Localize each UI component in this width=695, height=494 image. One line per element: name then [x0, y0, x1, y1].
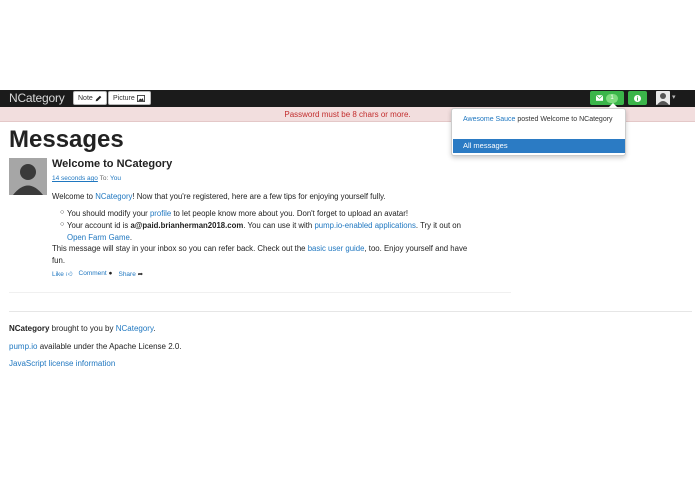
tip1-prefix: You should modify your	[67, 209, 150, 218]
user-avatar[interactable]	[656, 91, 670, 105]
tip2-prefix: Your account id is	[67, 221, 131, 230]
tip2-mid: . You can use it with	[243, 221, 315, 230]
info-icon	[634, 94, 641, 102]
outro-prefix: This message will stay in your inbox so …	[52, 244, 308, 253]
js-license-label: JavaScript license information	[9, 359, 116, 368]
open-farm-game-link[interactable]: Open Farm Game	[67, 233, 130, 242]
tip-profile: You should modify your profile to let pe…	[67, 209, 408, 218]
activity-title[interactable]: Welcome to NCategory	[52, 158, 172, 170]
pencil-icon	[95, 95, 102, 101]
footer-ncategory-link[interactable]: NCategory	[116, 324, 154, 333]
picture-button[interactable]: Picture	[108, 91, 151, 105]
comment-label: Comment	[78, 270, 107, 277]
envelope-icon	[596, 95, 604, 101]
user-guide-link[interactable]: basic user guide	[308, 244, 365, 253]
all-messages-link[interactable]: All messages	[453, 139, 625, 153]
like-label: Like	[52, 271, 64, 278]
dropdown-message-item[interactable]: Awesome Sauce posted Welcome to NCategor…	[463, 116, 613, 123]
picture-button-label: Picture	[113, 94, 135, 102]
intro-suffix: ! Now that you're registered, here are a…	[132, 192, 386, 201]
chevron-down-icon[interactable]: ▾	[672, 93, 676, 101]
footer-credits: NCategory brought to you by NCategory.	[9, 324, 156, 333]
note-button[interactable]: Note	[73, 91, 107, 105]
outro-paragraph: This message will stay in your inbox so …	[52, 244, 467, 253]
footer-credits-end: .	[153, 324, 156, 333]
to-label: To:	[99, 175, 109, 182]
footer-brand: NCategory	[9, 324, 50, 333]
user-silhouette-icon	[9, 158, 47, 195]
tip2-end: .	[129, 233, 132, 242]
footer-credits-text: brought to you by	[49, 324, 116, 333]
footer-divider	[9, 311, 692, 312]
brand-logo[interactable]: NCategory	[9, 91, 65, 105]
user-silhouette-icon	[656, 91, 670, 105]
tip-account-cont: Open Farm Game.	[67, 233, 132, 242]
activity-timestamp[interactable]: 14 seconds ago	[52, 175, 98, 182]
activity-actions: Like 👍︎ Comment ● Share ➦	[52, 270, 143, 278]
ncategory-link[interactable]: NCategory	[95, 192, 132, 201]
intro-paragraph: Welcome to NCategory! Now that you're re…	[52, 192, 386, 201]
page-title: Messages	[9, 126, 124, 153]
comment-button[interactable]: Comment ●	[79, 270, 113, 278]
outro-line2: fun.	[52, 256, 66, 265]
js-license-link[interactable]: JavaScript license information	[9, 359, 115, 368]
messages-button[interactable]: 1	[590, 91, 624, 105]
footer-license-text: available under the Apache License 2.0.	[37, 342, 182, 351]
messages-dropdown: Awesome Sauce posted Welcome to NCategor…	[451, 108, 626, 156]
pumpio-link[interactable]: pump.io	[9, 342, 37, 351]
tip1-suffix: to let people know more about you. Don't…	[171, 209, 409, 218]
thumbs-up-icon: 👍︎	[65, 271, 73, 278]
top-navbar: NCategory Note Picture 1 ▾	[0, 90, 695, 107]
share-label: Share	[118, 271, 136, 278]
activity-avatar[interactable]	[9, 158, 47, 195]
bullet-icon: ○	[60, 221, 65, 228]
account-id: a@paid.brianherman2018.com	[130, 221, 244, 230]
picture-icon	[136, 94, 145, 102]
comment-icon: ●	[108, 270, 113, 277]
profile-link[interactable]: profile	[150, 209, 171, 218]
outro-suffix: , too. Enjoy yourself and have	[364, 244, 468, 253]
notifications-button[interactable]	[628, 91, 647, 105]
intro-prefix: Welcome to	[52, 192, 96, 201]
bullet-icon: ○	[60, 209, 65, 216]
note-button-label: Note	[78, 94, 93, 102]
activity-meta: 14 seconds ago To: You	[52, 175, 121, 182]
to-link[interactable]: You	[110, 175, 121, 182]
pumpio-apps-link[interactable]: pump.io-enabled applications	[314, 221, 415, 230]
footer-license: pump.io available under the Apache Licen…	[9, 342, 182, 351]
dropdown-message-text: posted Welcome to NCategory	[515, 116, 613, 123]
tip-account: Your account id is a@paid.brianherman201…	[67, 221, 461, 230]
like-button[interactable]: Like 👍︎	[52, 270, 73, 278]
divider	[9, 292, 511, 293]
share-icon: ➦	[137, 271, 144, 278]
message-count-badge: 1	[606, 93, 618, 103]
tip2-suffix: . Try it out on	[415, 221, 461, 230]
dropdown-actor-link[interactable]: Awesome Sauce	[463, 116, 515, 123]
share-button[interactable]: Share ➦	[118, 270, 143, 278]
